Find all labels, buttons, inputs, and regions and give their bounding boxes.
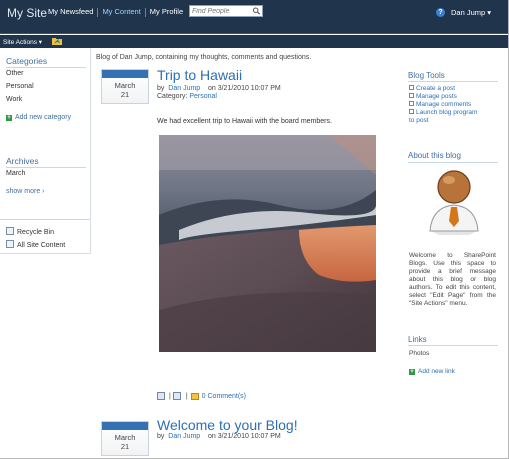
category-work[interactable]: Work <box>6 96 22 103</box>
recycle-bin-icon <box>6 227 14 235</box>
tool-icon <box>409 101 414 106</box>
recycle-bin-link[interactable]: Recycle Bin <box>6 227 54 236</box>
post-meta: by Dan Jump on 3/21/2010 10:07 PM <box>157 433 281 440</box>
divider <box>6 167 86 168</box>
blog-tools-heading: Blog Tools <box>408 71 445 80</box>
post-date: on 3/21/2010 10:07 PM <box>207 85 281 92</box>
email-link-icon[interactable] <box>157 392 165 400</box>
links-heading: Links <box>408 335 427 344</box>
by-label: by <box>157 433 165 440</box>
post-meta: by Dan Jump on 3/21/2010 10:07 PM <box>157 85 281 92</box>
categories-heading[interactable]: Categories <box>6 56 47 66</box>
category-other[interactable]: Other <box>6 70 24 77</box>
category-label: Category: <box>157 93 188 100</box>
site-title[interactable]: My Site <box>7 6 47 20</box>
site-actions-menu[interactable]: Site Actions ▾ <box>3 38 42 46</box>
beach-sunset-photo <box>159 135 376 352</box>
nav-my-profile[interactable]: My Profile <box>146 7 187 17</box>
about-heading: About this blog <box>408 151 461 160</box>
left-navigation: Categories Other Personal Work + Add new … <box>0 48 91 254</box>
create-post-link[interactable]: Create a post <box>409 85 477 93</box>
post-title[interactable]: Welcome to your Blog! <box>157 417 298 433</box>
action-divider: | <box>169 392 171 400</box>
post-date-box: March 21 <box>101 421 149 456</box>
post-author-link[interactable]: Dan Jump <box>168 433 200 440</box>
tool-label: Manage comments <box>416 101 472 108</box>
divider <box>0 219 90 220</box>
top-navigation: My Newsfeed My Content My Profile <box>44 7 187 17</box>
post-day: 21 <box>120 90 130 99</box>
post-date-box: March 21 <box>101 69 149 104</box>
site-content-icon <box>6 240 14 248</box>
show-more-link[interactable]: show more › <box>6 188 45 195</box>
add-category-link[interactable]: + Add new category <box>6 114 71 121</box>
divider <box>408 81 498 82</box>
comments-link[interactable]: 0 Comment(s) <box>202 393 246 400</box>
tool-icon <box>409 109 414 114</box>
action-divider: | <box>185 392 188 400</box>
link-photos[interactable]: Photos <box>409 350 429 357</box>
nav-my-content[interactable]: My Content <box>98 7 144 17</box>
post-category-link[interactable]: Personal <box>189 93 217 100</box>
post-date: on 3/21/2010 10:07 PM <box>207 433 281 440</box>
post-body: We had excellent trip to Hawaii with the… <box>157 118 332 125</box>
add-category-label: Add new category <box>15 114 72 121</box>
post-title[interactable]: Trip to Hawaii <box>157 67 242 83</box>
by-label: by <box>157 85 165 92</box>
category-personal[interactable]: Personal <box>6 83 34 90</box>
comment-icon <box>190 392 199 400</box>
tool-icon <box>409 85 414 90</box>
post-author-link[interactable]: Dan Jump <box>168 85 200 92</box>
nav-my-newsfeed[interactable]: My Newsfeed <box>44 7 97 17</box>
post-actions: | | 0 Comment(s) <box>157 392 246 400</box>
archive-march[interactable]: March <box>6 170 25 177</box>
all-site-content-link[interactable]: All Site Content <box>6 240 65 249</box>
tool-label: Create a post <box>416 85 456 92</box>
tool-icon <box>409 93 414 98</box>
all-site-content-label: All Site Content <box>17 242 66 249</box>
add-link-button[interactable]: + Add new link <box>409 368 455 375</box>
help-icon[interactable]: ? <box>436 8 445 17</box>
recycle-bin-label: Recycle Bin <box>17 229 54 236</box>
about-blog-text: Welcome to SharePoint Blogs. Use this sp… <box>409 252 496 307</box>
search-input[interactable] <box>190 6 250 17</box>
actions-bar: Site Actions ▾ <box>0 35 509 48</box>
archives-heading[interactable]: Archives <box>6 156 39 166</box>
add-link-label: Add new link <box>418 368 455 375</box>
date-box-bar <box>102 70 148 78</box>
date-box-bar <box>102 422 148 430</box>
avatar-icon <box>429 170 479 235</box>
post-category: Category: Personal <box>157 93 217 100</box>
launch-blog-program-link[interactable]: Launch blog program <box>409 109 477 117</box>
divider <box>408 162 498 163</box>
launch-blog-program-link-cont[interactable]: to post <box>409 117 477 125</box>
post-day: 21 <box>120 442 130 451</box>
add-icon: + <box>409 369 415 375</box>
tool-label: Launch blog program <box>416 109 478 116</box>
navigate-up-icon[interactable] <box>52 38 62 45</box>
people-search <box>189 5 263 17</box>
top-bar: My Site My Newsfeed My Content My Profil… <box>0 0 509 34</box>
divider <box>6 67 86 68</box>
blog-description: Blog of Dan Jump, containing my thoughts… <box>96 54 312 61</box>
divider <box>408 345 498 346</box>
user-menu[interactable]: Dan Jump ▾ <box>451 8 491 17</box>
search-icon[interactable] <box>252 7 261 15</box>
add-icon: + <box>6 115 12 121</box>
post-month: March <box>114 81 136 90</box>
manage-posts-link[interactable]: Manage posts <box>409 93 477 101</box>
manage-comments-link[interactable]: Manage comments <box>409 101 477 109</box>
tag-icon[interactable] <box>172 392 181 400</box>
post-month: March <box>114 433 136 442</box>
tool-label: Manage posts <box>416 93 457 100</box>
blog-tools-list: Create a post Manage posts Manage commen… <box>409 85 477 125</box>
